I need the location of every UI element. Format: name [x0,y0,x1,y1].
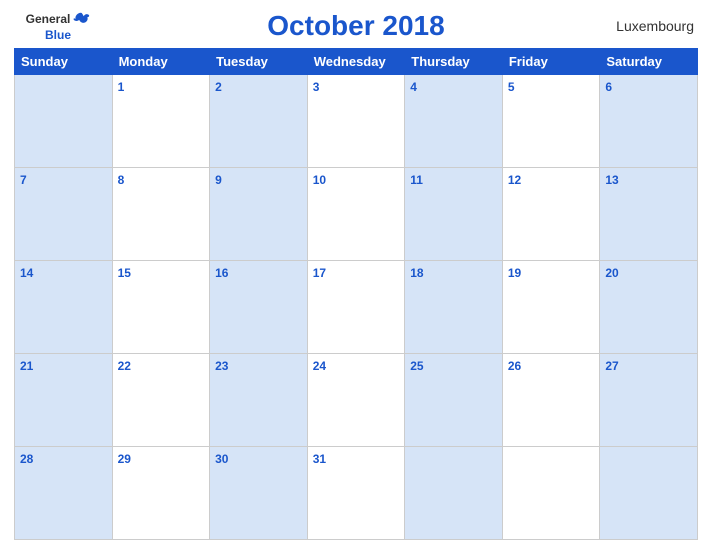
calendar-cell: 28 [15,447,113,540]
calendar-cell: 18 [405,261,503,354]
calendar-cell [502,447,600,540]
calendar-cell: 25 [405,354,503,447]
weekday-header-tuesday: Tuesday [210,49,308,75]
day-number: 31 [313,452,326,466]
calendar-table: SundayMondayTuesdayWednesdayThursdayFrid… [14,48,698,540]
calendar-cell: 30 [210,447,308,540]
day-number: 6 [605,80,612,94]
week-row-0: 1 2 3 4 5 6 [15,75,698,168]
country-label: Luxembourg [614,18,694,34]
day-number: 20 [605,266,618,280]
day-number: 16 [215,266,228,280]
day-number: 13 [605,173,618,187]
calendar-cell: 29 [112,447,210,540]
logo-general-text: General [26,12,71,26]
calendar-cell: 26 [502,354,600,447]
calendar-cell: 3 [307,75,405,168]
day-number: 3 [313,80,320,94]
calendar-cell: 6 [600,75,698,168]
weekday-header-thursday: Thursday [405,49,503,75]
calendar-cell: 4 [405,75,503,168]
calendar-cell: 21 [15,354,113,447]
calendar-cell: 1 [112,75,210,168]
day-number: 7 [20,173,27,187]
calendar-cell: 9 [210,168,308,261]
day-number: 29 [118,452,131,466]
weekday-header-saturday: Saturday [600,49,698,75]
day-number: 12 [508,173,521,187]
calendar-cell: 8 [112,168,210,261]
week-row-1: 7 8 9 10 11 12 13 [15,168,698,261]
day-number: 1 [118,80,125,94]
weekday-header-sunday: Sunday [15,49,113,75]
day-number: 25 [410,359,423,373]
day-number: 10 [313,173,326,187]
day-number: 28 [20,452,33,466]
calendar-cell: 22 [112,354,210,447]
calendar-cell: 10 [307,168,405,261]
day-number: 5 [508,80,515,94]
day-number: 26 [508,359,521,373]
calendar-cell [405,447,503,540]
day-number: 23 [215,359,228,373]
day-number: 27 [605,359,618,373]
calendar-title: October 2018 [98,10,614,42]
day-number: 18 [410,266,423,280]
day-number: 15 [118,266,131,280]
calendar-cell: 2 [210,75,308,168]
calendar-cell: 27 [600,354,698,447]
calendar-cell: 19 [502,261,600,354]
calendar-cell: 17 [307,261,405,354]
calendar-cell: 12 [502,168,600,261]
day-number: 11 [410,173,423,187]
calendar-cell [600,447,698,540]
calendar-cell [15,75,113,168]
calendar-cell: 20 [600,261,698,354]
day-number: 9 [215,173,222,187]
day-number: 2 [215,80,222,94]
calendar-cell: 5 [502,75,600,168]
day-number: 14 [20,266,33,280]
day-number: 21 [20,359,33,373]
day-number: 19 [508,266,521,280]
calendar-cell: 23 [210,354,308,447]
day-number: 22 [118,359,131,373]
day-number: 30 [215,452,228,466]
calendar-cell: 7 [15,168,113,261]
calendar-cell: 24 [307,354,405,447]
calendar-cell: 14 [15,261,113,354]
logo: General Blue [18,10,98,42]
calendar-cell: 16 [210,261,308,354]
week-row-3: 21 22 23 24 25 26 27 [15,354,698,447]
calendar-cell: 13 [600,168,698,261]
calendar-cell: 15 [112,261,210,354]
week-row-2: 14 15 16 17 18 19 20 [15,261,698,354]
weekday-header-friday: Friday [502,49,600,75]
week-row-4: 28 29 30 31 [15,447,698,540]
day-number: 24 [313,359,326,373]
day-number: 4 [410,80,417,94]
calendar-cell: 11 [405,168,503,261]
calendar-cell: 31 [307,447,405,540]
weekday-header-monday: Monday [112,49,210,75]
logo-blue-text: Blue [45,28,71,42]
weekday-header-row: SundayMondayTuesdayWednesdayThursdayFrid… [15,49,698,75]
weekday-header-wednesday: Wednesday [307,49,405,75]
day-number: 17 [313,266,326,280]
day-number: 8 [118,173,125,187]
logo-bird-icon [72,10,90,28]
calendar-header: General Blue October 2018 Luxembourg [14,10,698,42]
